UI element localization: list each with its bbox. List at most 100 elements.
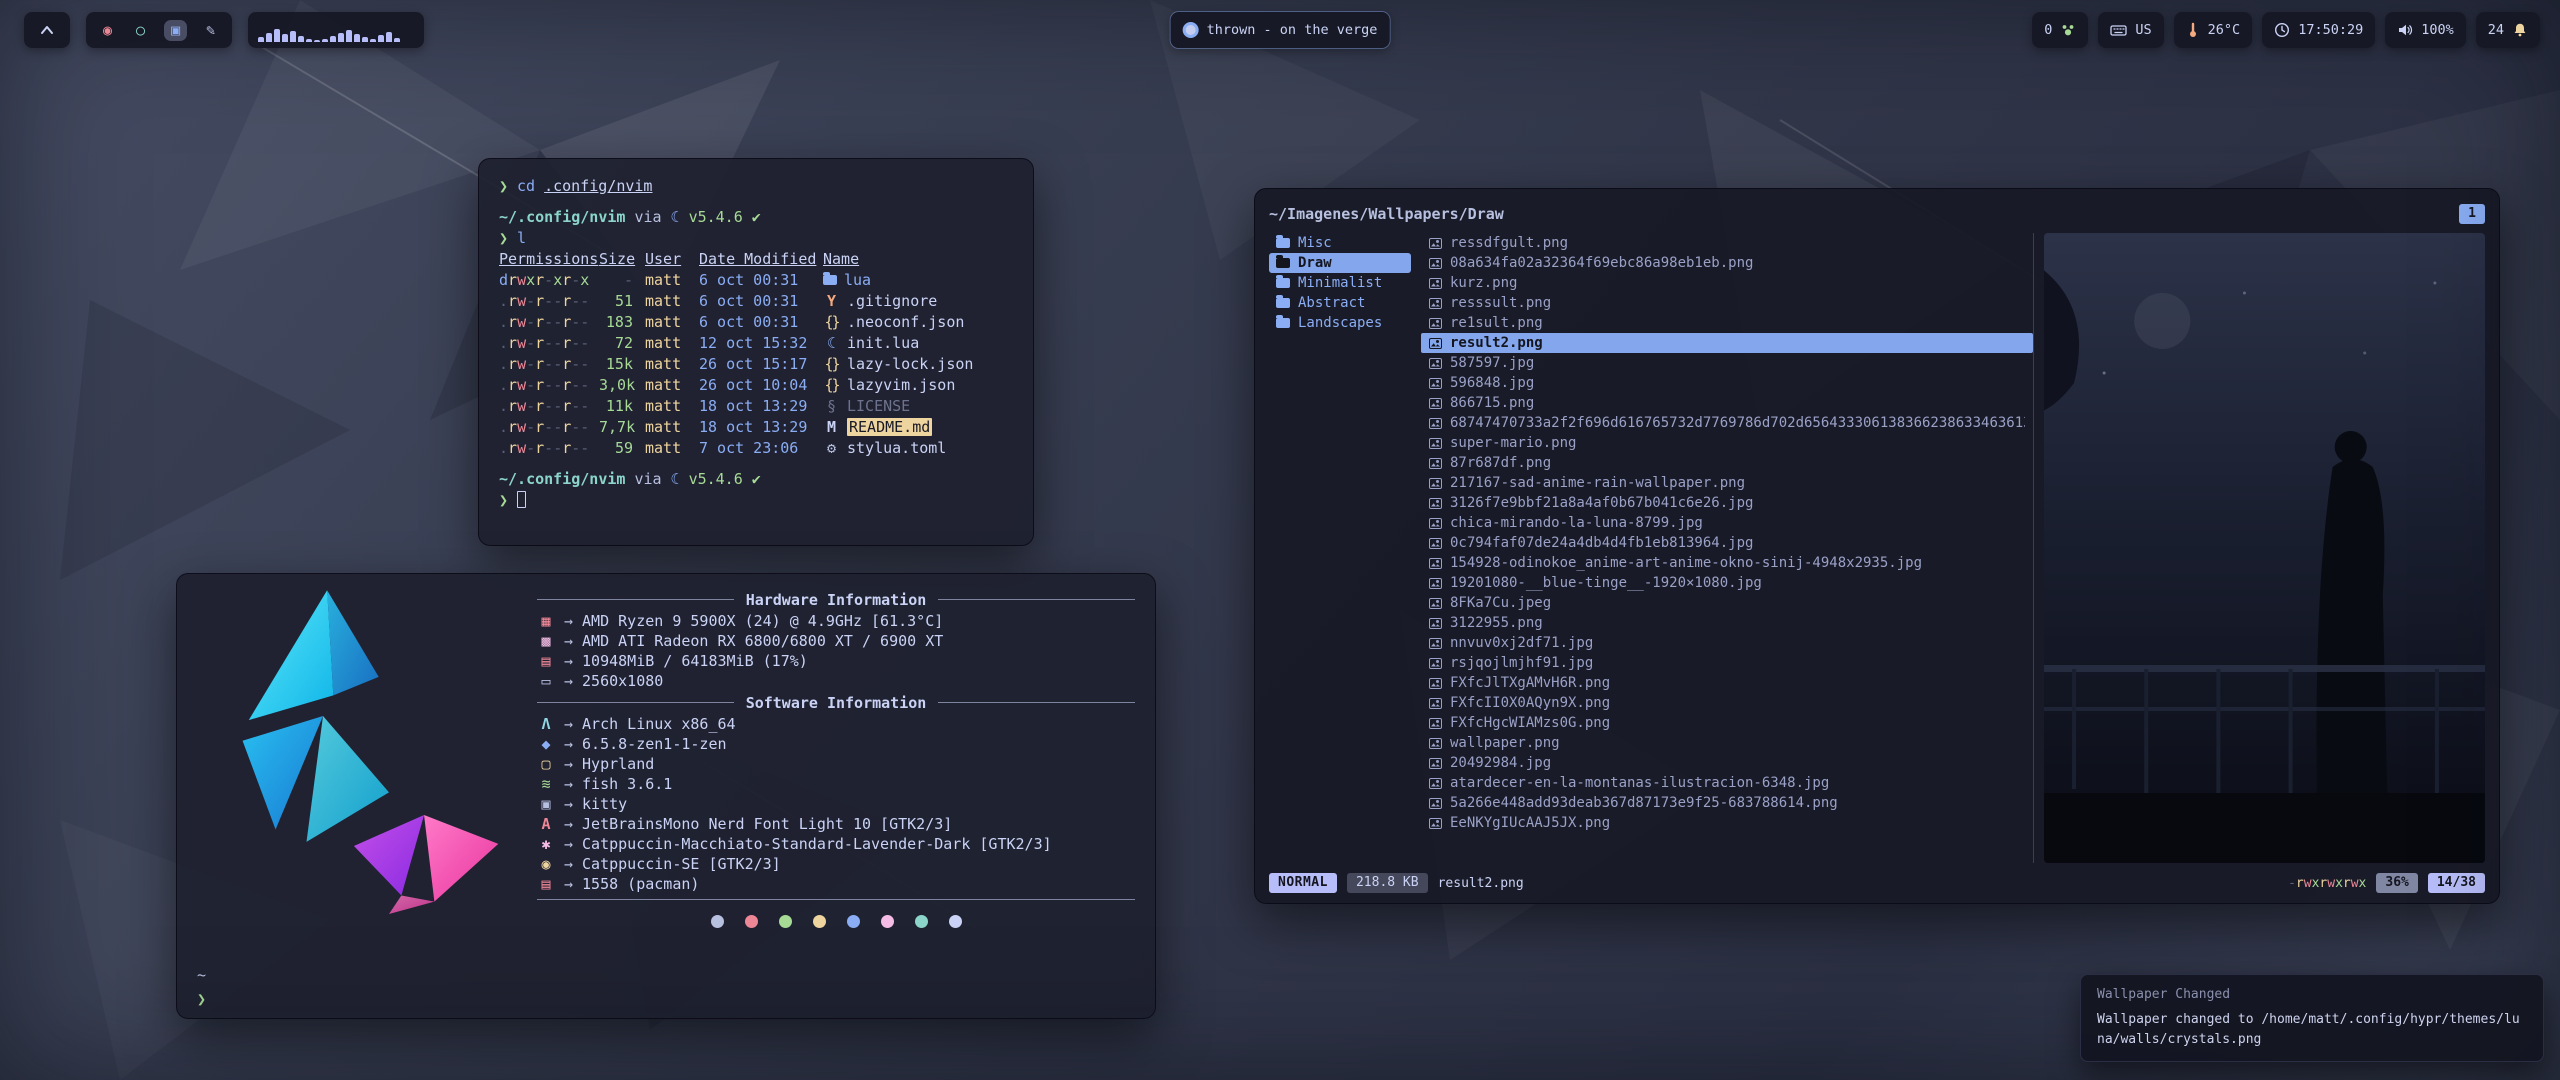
info-row: →Arch Linux x86_64	[537, 714, 1135, 734]
terminal-window[interactable]: ❯cd.config/nvim ~/.config/nvimvia☾v5.4.6…	[478, 158, 1034, 546]
file-item[interactable]: atardecer-en-la-montanas-ilustracion-634…	[1421, 773, 2033, 793]
weather-module[interactable]: 26°C	[2174, 12, 2253, 48]
system-info-window[interactable]: Hardware Information →AMD Ryzen 9 5900X …	[176, 573, 1156, 1019]
visualizer-bar	[338, 33, 344, 42]
file-item[interactable]: 866715.png	[1421, 393, 2033, 413]
file-item[interactable]: 596848.jpg	[1421, 373, 2033, 393]
crystals-logo	[191, 584, 521, 914]
updates-module[interactable]: 0	[2032, 12, 2088, 48]
image-file-icon	[1429, 478, 1442, 489]
clock-module[interactable]: 17:50:29	[2262, 12, 2375, 48]
file-item[interactable]: ressdfgult.png	[1421, 233, 2033, 253]
file-item[interactable]: 3126f7e9bbf21a8a4af0b67b041c6e26.jpg	[1421, 493, 2033, 513]
file-item[interactable]: chica-mirando-la-luna-8799.jpg	[1421, 513, 2033, 533]
file-item[interactable]: 217167-sad-anime-rain-wallpaper.png	[1421, 473, 2033, 493]
kernel-icon	[537, 735, 555, 753]
workspace-icon[interactable]: ✎	[201, 20, 220, 41]
lua-moon-icon: ☾	[671, 470, 680, 488]
file-item[interactable]: nnvuv0xj2df71.jpg	[1421, 633, 2033, 653]
file-item[interactable]: 587597.jpg	[1421, 353, 2033, 373]
json-icon	[823, 376, 840, 394]
keyboard-layout: US	[2135, 22, 2151, 38]
parent-folders-pane[interactable]: Misc Draw Minimalist Abstract	[1269, 233, 1411, 863]
folder-item[interactable]: Misc	[1269, 233, 1411, 253]
file-item[interactable]: kurz.png	[1421, 273, 2033, 293]
image-file-icon	[1429, 298, 1442, 309]
volume-module[interactable]: 100%	[2385, 12, 2466, 48]
shell-icon	[537, 775, 555, 793]
file-item[interactable]: 154928-odinokoe_anime-art-anime-okno-sin…	[1421, 553, 2033, 573]
media-player-module[interactable]: thrown - on the verge	[1171, 12, 1390, 48]
file-item[interactable]: 19201080-__blue-tinge__-1920×1080.jpg	[1421, 573, 2033, 593]
file-manager-window[interactable]: ~/Imagenes/Wallpapers/Draw 1 Misc Draw	[1254, 188, 2500, 904]
file-item[interactable]: resssult.png	[1421, 293, 2033, 313]
file-item[interactable]: 87r687df.png	[1421, 453, 2033, 473]
file-item[interactable]: FXfcJlTXgAMvH6R.png	[1421, 673, 2033, 693]
file-item[interactable]: rsjqojlmjhf91.jpg	[1421, 653, 2033, 673]
lua-moon-icon: ☾	[671, 208, 680, 226]
prompt-context-line: ~/.config/nvimvia☾v5.4.6✔	[499, 468, 1013, 489]
arrow-icon: →	[564, 775, 573, 793]
file-item[interactable]: 8FKa7Cu.jpeg	[1421, 593, 2033, 613]
file-item[interactable]: 20492984.jpg	[1421, 753, 2033, 773]
workspace-icon[interactable]: ○	[131, 20, 150, 41]
notifications-module[interactable]: 24	[2476, 12, 2540, 48]
folder-item[interactable]: Minimalist	[1269, 273, 1411, 293]
info-row: →Catppuccin-Macchiato-Standard-Lavender-…	[537, 834, 1135, 854]
folder-icon	[1276, 278, 1290, 288]
image-file-icon	[1429, 438, 1442, 449]
hardware-rows: →AMD Ryzen 9 5900X (24) @ 4.9GHz [61.3°C…	[537, 611, 1135, 691]
file-listing-row: .rw-r--r-- 59 matt 7 oct 23:06 stylua.to…	[499, 437, 1013, 458]
shell-command-line: ❯l	[499, 227, 1013, 248]
volume-level: 100%	[2421, 22, 2454, 38]
folder-icon	[823, 275, 837, 285]
file-item[interactable]: result2.png	[1421, 333, 2033, 353]
chevron-up-icon	[39, 22, 55, 38]
license-icon	[823, 397, 840, 415]
tab-badge[interactable]: 1	[2459, 204, 2485, 224]
file-size-badge: 218.8 KB	[1347, 873, 1428, 893]
file-item[interactable]: re1sult.png	[1421, 313, 2033, 333]
file-item[interactable]: EeNKYgIUcAAJ5JX.png	[1421, 813, 2033, 833]
file-item[interactable]: 5a266e448add93deab367d87173e9f25-6837886…	[1421, 793, 2033, 813]
file-item[interactable]: FXfcHgcWIAMzs0G.png	[1421, 713, 2033, 733]
image-file-icon	[1429, 618, 1442, 629]
arrow-icon: →	[564, 652, 573, 670]
notification-count: 24	[2488, 22, 2504, 38]
json-icon	[823, 313, 840, 331]
font-icon	[537, 815, 555, 833]
visualizer-bar	[370, 39, 376, 42]
file-item[interactable]: 08a634fa02a32364f69ebc86a98eb1eb.png	[1421, 253, 2033, 273]
workspace-icon[interactable]: ◉	[98, 20, 117, 41]
arrow-icon: →	[564, 735, 573, 753]
notification-popup[interactable]: Wallpaper Changed Wallpaper changed to /…	[2080, 974, 2544, 1062]
shell-command-line: ❯cd.config/nvim	[499, 175, 1013, 196]
file-item[interactable]: wallpaper.png	[1421, 733, 2033, 753]
folder-item[interactable]: Abstract	[1269, 293, 1411, 313]
image-file-icon	[1429, 338, 1442, 349]
file-permissions: -rwxrwxrwx	[2288, 876, 2366, 891]
hardware-section-header: Hardware Information	[537, 589, 1135, 610]
workspace-switcher[interactable]: ◉ ○ ▣ ✎	[86, 12, 232, 48]
keyboard-layout-module[interactable]: US	[2098, 12, 2163, 48]
paw-icon	[2060, 22, 2076, 38]
file-item[interactable]: 68747470733a2f2f696d616765732d7769786d70…	[1421, 413, 2033, 433]
folder-item[interactable]: Landscapes	[1269, 313, 1411, 333]
packages-icon	[537, 875, 555, 893]
image-file-icon	[1429, 418, 1442, 429]
file-item[interactable]: 3122955.png	[1421, 613, 2033, 633]
launcher-button[interactable]	[24, 12, 70, 48]
image-file-icon	[1429, 678, 1442, 689]
visualizer-bar	[306, 39, 312, 42]
palette-dot	[949, 915, 962, 928]
folder-item[interactable]: Draw	[1269, 253, 1411, 273]
preview-image	[2044, 233, 2485, 863]
workspace-icon[interactable]: ▣	[164, 20, 187, 41]
file-item[interactable]: super-mario.png	[1421, 433, 2033, 453]
file-list-pane[interactable]: ressdfgult.png 08a634fa02a32364f69ebc86a…	[1421, 233, 2033, 863]
file-item[interactable]: 0c794faf07de24a4db4d4fb1eb813964.jpg	[1421, 533, 2033, 553]
file-item[interactable]: FXfcII0X0AQyn9X.png	[1421, 693, 2033, 713]
image-file-icon	[1429, 718, 1442, 729]
shell-prompt-line[interactable]: ❯	[499, 489, 1013, 510]
info-row: →AMD Ryzen 9 5900X (24) @ 4.9GHz [61.3°C…	[537, 611, 1135, 631]
